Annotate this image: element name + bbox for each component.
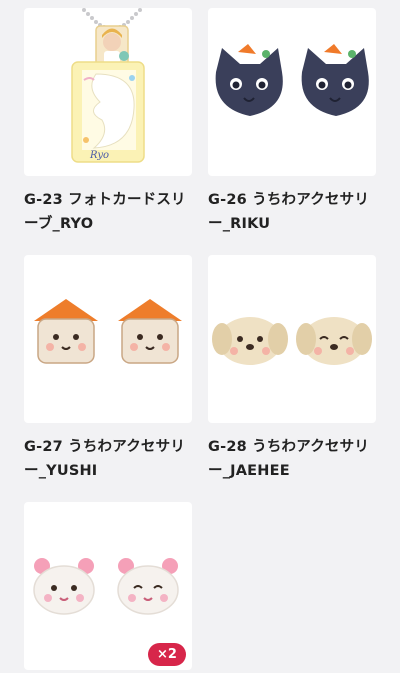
product-image-photocard-sleeve[interactable]: Ryo [24,8,192,176]
black-cat-icon [215,44,283,116]
quantity-badge: ×2 [148,643,186,666]
orange-hat-cat-icon [118,299,182,364]
bear-icon [117,558,179,615]
dog-icon [212,317,288,365]
product-image-black-cat-accessory[interactable] [208,8,376,176]
product-card-g28[interactable]: G-28 うちわアクセサリー_JAEHEE [208,255,376,483]
product-card-g23[interactable]: Ryo G-23 フォトカードスリーブ_RYO [24,8,192,236]
orange-hat-cat-icon [34,299,98,364]
product-card-g27[interactable]: G-27 うちわアクセサリー_YUSHI [24,255,192,483]
photocard-sleeve-image: Ryo [71,8,145,163]
product-title[interactable]: G-26 うちわアクセサリー_RIKU [208,188,376,236]
orange-hat-cat-image [34,299,182,364]
product-title[interactable]: G-28 うちわアクセサリー_JAEHEE [208,435,376,483]
product-image-orange-hat-cat-accessory[interactable] [24,255,192,423]
dog-accessory-image [212,317,372,365]
product-card-bear[interactable]: ×2 [24,502,192,670]
dog-icon [296,317,372,365]
product-title[interactable]: G-23 フォトカードスリーブ_RYO [24,188,192,236]
sleeve-print-text: Ryo [89,150,109,161]
product-image-bear-accessory[interactable]: ×2 [24,502,192,670]
product-image-dog-accessory[interactable] [208,255,376,423]
bear-icon [33,558,95,615]
product-title[interactable]: G-27 うちわアクセサリー_YUSHI [24,435,192,483]
black-cat-icon [301,44,369,116]
product-card-g26[interactable]: G-26 うちわアクセサリー_RIKU [208,8,376,236]
product-grid: Ryo G-23 フォトカードスリーブ_RYO G-26 うちわアクセサリー_R… [0,0,400,673]
black-cat-accessory-image [215,44,369,116]
